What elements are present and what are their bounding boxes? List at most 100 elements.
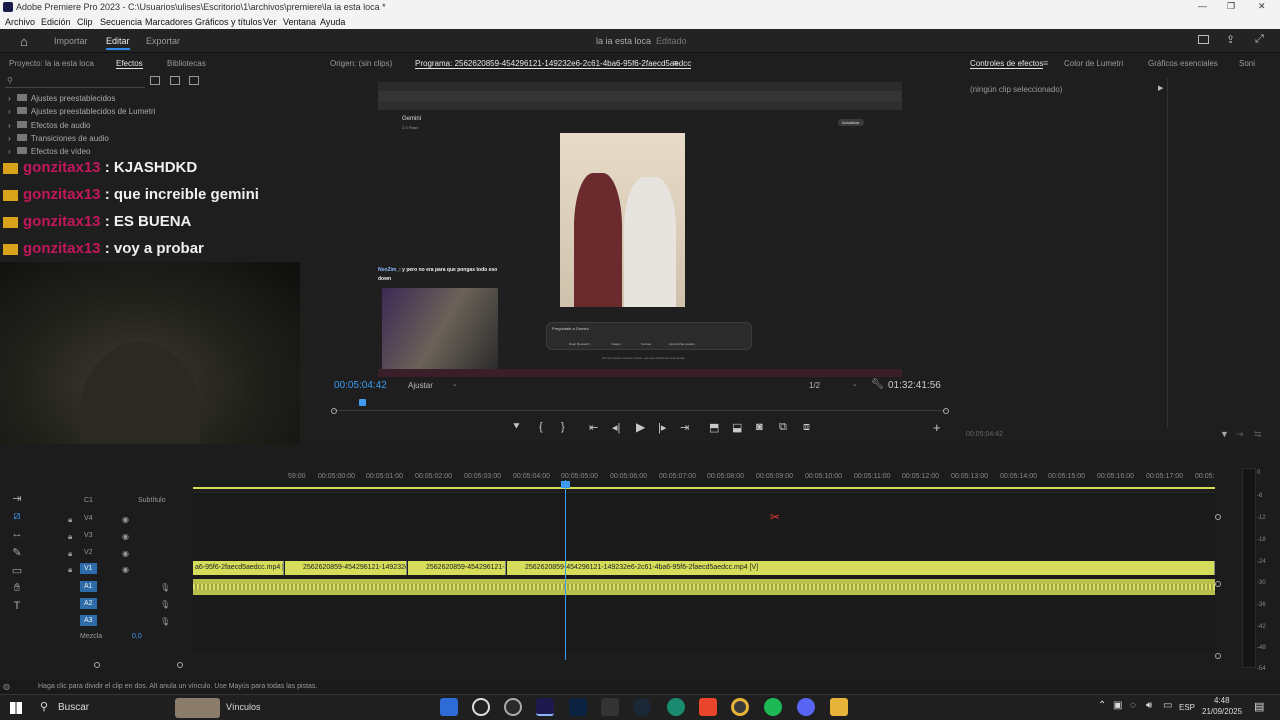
fullscreen-icon[interactable] [1198, 35, 1209, 44]
menu-ayuda[interactable]: Ayuda [320, 17, 345, 27]
notification-icon[interactable]: ▤ [1254, 700, 1264, 713]
menu-graficos[interactable]: Gráficos y títulos [195, 17, 262, 27]
bin-yuv-icon[interactable] [189, 76, 199, 85]
tab-editar[interactable]: Editar [106, 36, 130, 50]
go-to-out-icon[interactable]: ⇥ [680, 421, 689, 434]
tab-color-lumetri[interactable]: Color de Lumetri [1064, 59, 1123, 68]
windows-start-icon[interactable] [10, 702, 22, 714]
ccleaner-app-icon[interactable] [504, 698, 522, 716]
tab-sonido[interactable]: Soni [1239, 59, 1255, 68]
menu-marcadores[interactable]: Marcadores [145, 17, 193, 27]
zoom-handle-right[interactable] [177, 662, 183, 668]
zoom-handle-left[interactable] [94, 662, 100, 668]
video-clip[interactable]: 2562620859-454296121-14 [408, 561, 506, 575]
home-icon[interactable]: ⌂ [20, 34, 28, 49]
menu-secuencia[interactable]: Secuencia [100, 17, 142, 27]
video-clip[interactable]: 2562620859-454296121-149232e6-2c61-4ba6-… [507, 561, 1215, 575]
premiere-app-icon[interactable] [536, 698, 554, 716]
mark-in-icon[interactable]: { [539, 421, 543, 433]
export-clip-icon[interactable]: ⇥ [1236, 429, 1244, 440]
loop-icon[interactable]: ⇆ [1254, 429, 1262, 440]
lock-icon[interactable]: 🔒︎ [68, 515, 72, 525]
menu-edicion[interactable]: Edición [41, 17, 71, 27]
timeline-playhead[interactable] [565, 480, 566, 660]
tray-volume-icon[interactable]: 🔊︎ [1146, 700, 1152, 711]
menu-ventana[interactable]: Ventana [283, 17, 316, 27]
panel-menu-icon[interactable]: ≡ [1043, 58, 1048, 68]
track-label-v4[interactable]: V4 [84, 515, 93, 522]
filter-icon[interactable]: ▼ [1220, 429, 1229, 439]
spotify-app-icon[interactable] [764, 698, 782, 716]
timeline-ruler[interactable]: 59:00 00:05:00:00 00:05:01:00 00:05:02:0… [193, 473, 1215, 485]
tray-network-icon[interactable]: ◌ [1130, 700, 1136, 711]
tab-bibliotecas[interactable]: Bibliotecas [167, 59, 206, 68]
track-label-v2[interactable]: V2 [84, 549, 93, 556]
video-clip[interactable]: 2562620859-454296121-149232e6-2 [285, 561, 407, 575]
playhead-marker[interactable] [561, 481, 570, 488]
folder-app-icon[interactable] [830, 698, 848, 716]
edge-app-icon[interactable] [667, 698, 685, 716]
monitor-scrubber[interactable] [333, 410, 947, 411]
wrench-icon[interactable]: 🔧︎ [871, 379, 884, 390]
close-button[interactable]: ✕ [1258, 1, 1266, 12]
tab-origen[interactable]: Origen: (sin clips) [330, 59, 392, 68]
fit-dropdown[interactable]: Ajustar [408, 381, 433, 390]
bin-32-icon[interactable] [170, 76, 180, 85]
go-to-in-icon[interactable]: ⇤ [589, 421, 598, 434]
expand-icon[interactable]: ⤢ [1255, 33, 1264, 46]
eye-icon[interactable]: ◉ [122, 532, 129, 541]
work-area-bar[interactable] [193, 487, 1215, 489]
tab-proyecto[interactable]: Proyecto: la ia esta loca [9, 59, 94, 68]
v-scroll-handle[interactable] [1215, 581, 1221, 587]
track-label-a1[interactable]: A1 [80, 581, 97, 592]
selection-tool-icon[interactable]: ⇥ [9, 492, 25, 506]
tab-programa[interactable]: Programa: 2562620859-454296121-149232e6-… [415, 59, 692, 69]
folder-efectos-audio[interactable]: › Efectos de audio [8, 121, 91, 130]
tab-controles-efectos[interactable]: Controles de efectos [970, 59, 1044, 69]
pen-tool-icon[interactable]: ✎ [9, 546, 25, 560]
scrub-end-handle[interactable] [943, 408, 949, 414]
tray-lang[interactable]: ESP [1179, 703, 1195, 712]
steam-app-icon[interactable] [633, 698, 651, 716]
marker-icon[interactable]: ⯆ [512, 421, 521, 434]
step-forward-icon[interactable]: |▸ [658, 421, 666, 434]
widget-label[interactable]: Vínculos [226, 702, 261, 712]
taskbar-search[interactable]: Buscar [58, 702, 89, 713]
v-scroll-handle[interactable] [1215, 514, 1221, 520]
mic-icon[interactable]: 🎙︎ [160, 617, 170, 626]
export-frame-icon[interactable]: ◙ [756, 421, 763, 433]
panel-menu-icon[interactable]: ≡ [673, 58, 678, 68]
share-icon[interactable]: ⇪ [1226, 33, 1235, 46]
lift-icon[interactable]: ⬒ [709, 421, 719, 434]
epic-games-app-icon[interactable] [601, 698, 619, 716]
photoshop-app-icon[interactable] [569, 698, 587, 716]
v-scroll-handle[interactable] [1215, 653, 1221, 659]
new-bin-icon[interactable] [150, 76, 160, 85]
maximize-button[interactable]: ❐ [1227, 1, 1235, 12]
mic-icon[interactable]: 🎙︎ [160, 600, 170, 609]
tab-efectos[interactable]: Efectos [116, 59, 143, 69]
slip-tool-icon[interactable]: ↔ [9, 528, 25, 542]
type-tool-icon[interactable]: T [9, 600, 25, 614]
step-back-icon[interactable]: ◂| [612, 421, 620, 434]
tray-chevron-icon[interactable]: ⌃ [1098, 700, 1106, 711]
program-timecode[interactable]: 00:05:04:42 [334, 380, 387, 391]
track-label-a3[interactable]: A3 [80, 615, 97, 626]
file-explorer-app-icon[interactable] [440, 698, 458, 716]
lock-icon[interactable]: 🔒︎ [68, 565, 72, 575]
hand-tool-icon[interactable]: ✋︎ [9, 582, 25, 596]
eye-icon[interactable]: ◉ [122, 549, 129, 558]
video-clip[interactable]: a6-95f6-2faecd5aedcc.mp4 [V] [193, 561, 284, 575]
menu-clip[interactable]: Clip [77, 17, 93, 27]
rectangle-tool-icon[interactable]: ▭ [9, 564, 25, 578]
track-label-a2[interactable]: A2 [80, 598, 97, 609]
tab-importar[interactable]: Importar [54, 36, 88, 46]
play-icon[interactable]: ▶ [636, 420, 645, 434]
razor-tool-icon[interactable]: ⧄ [9, 510, 25, 524]
tray-battery-icon[interactable]: ▭ [1163, 700, 1172, 711]
folder-transiciones-audio[interactable]: › Transiciones de audio [8, 134, 109, 143]
add-button-icon[interactable]: + [933, 420, 941, 435]
obs-app-icon[interactable] [472, 698, 490, 716]
extract-icon[interactable]: ⬓ [732, 421, 742, 434]
scrub-start-handle[interactable] [331, 408, 337, 414]
